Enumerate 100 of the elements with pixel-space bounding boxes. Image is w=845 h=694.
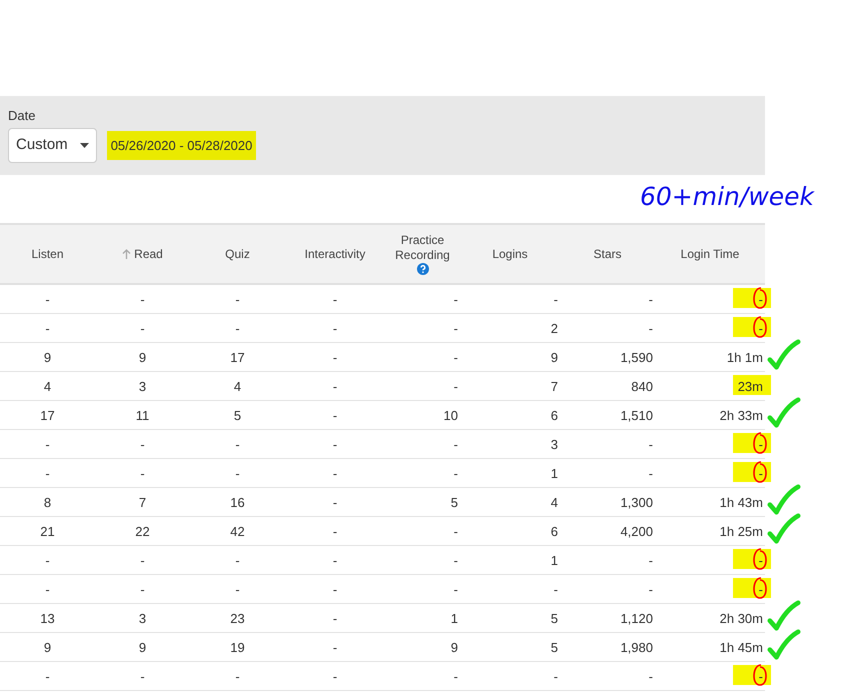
date-range-dropdown[interactable]: Custom xyxy=(8,128,97,163)
table-cell-text: - xyxy=(44,466,51,481)
column-header[interactable]: Listen xyxy=(29,246,66,262)
table-cell-text: - xyxy=(139,466,146,481)
column-header[interactable]: Logins xyxy=(490,246,530,262)
table-cell-text: 22 xyxy=(134,524,151,539)
table-cell-text: - xyxy=(44,292,51,307)
table-cell-text: 1h 45m xyxy=(718,640,764,655)
handwritten-note: 60+min/week xyxy=(640,181,814,213)
table-cell-text: - xyxy=(648,436,654,452)
table-cell-text: - xyxy=(139,552,146,568)
table-cell-text: - xyxy=(452,292,459,307)
table-cell-text: - xyxy=(332,552,338,568)
table-cell-text: - xyxy=(452,436,459,452)
table-cell-text: 1,300 xyxy=(619,494,654,510)
date-range-text: 05/26/2020 - 05/28/2020 xyxy=(106,130,256,160)
column-header[interactable]: Read xyxy=(120,246,165,262)
table-cell-text: - xyxy=(648,552,654,568)
column-header[interactable]: Practice Recording xyxy=(385,233,460,275)
table-cell-text: - xyxy=(332,582,338,597)
table-cell-text: 10 xyxy=(442,408,459,423)
table-cell-text: - xyxy=(758,292,764,307)
table-cell-text: - xyxy=(452,582,459,597)
table-cell-text: - xyxy=(234,320,241,336)
column-header[interactable]: Interactivity xyxy=(302,246,368,262)
table-cell-text: 1,510 xyxy=(619,408,654,423)
table-cell-text: - xyxy=(332,668,338,684)
table-cell-text: - xyxy=(332,378,338,394)
table-cell-text: - xyxy=(452,552,459,568)
column-header[interactable]: Login Time xyxy=(678,246,742,262)
table-cell-text: 9 xyxy=(138,640,148,655)
table-cell-text: 23m xyxy=(736,378,764,394)
table-cell-text: 2 xyxy=(550,320,559,336)
help-icon[interactable] xyxy=(416,263,428,275)
table-cell-text: - xyxy=(648,582,654,597)
table-cell-text: 9 xyxy=(138,350,148,365)
table-cell-text: 4,200 xyxy=(619,524,654,539)
table-cell-text: - xyxy=(332,610,338,626)
table-cell-text: 17 xyxy=(39,408,56,423)
table-cell-text: - xyxy=(332,494,338,510)
table-cell-text: 2h 30m xyxy=(718,610,764,626)
table-cell-text: 23 xyxy=(229,610,246,626)
table-cell-text: 4 xyxy=(232,378,242,394)
table-cell-text: - xyxy=(332,350,338,365)
table-cell-text: - xyxy=(234,292,241,307)
table-cell-text: - xyxy=(452,378,459,394)
table-cell-text: - xyxy=(44,582,51,597)
table-cell-text: - xyxy=(44,552,51,568)
table-cell-text: 1,590 xyxy=(619,350,654,365)
table-cell-text: 21 xyxy=(39,524,56,539)
table-cell-text: 6 xyxy=(550,524,559,539)
table-cell-text: 4 xyxy=(42,378,52,394)
table-cell-text: - xyxy=(452,320,459,336)
table-cell-text: 5 xyxy=(550,610,559,626)
table-cell-text: 42 xyxy=(229,524,246,539)
table-cell-text: - xyxy=(234,552,241,568)
table-cell-text: - xyxy=(332,320,338,336)
table-cell-text: - xyxy=(758,668,764,684)
caret-icon xyxy=(80,143,89,148)
table-cell-text: - xyxy=(452,524,459,539)
table-cell-text: 1 xyxy=(550,466,559,481)
table-cell-text: 8 xyxy=(42,494,52,510)
table-cell-text: 9 xyxy=(42,640,52,655)
table-cell-text: - xyxy=(758,436,764,452)
table-cell-text: - xyxy=(234,466,241,481)
table-cell-text: - xyxy=(552,292,559,307)
table-cell-text: 7 xyxy=(138,494,148,510)
table-cell-text: 1 xyxy=(550,552,559,568)
table-cell-text: - xyxy=(332,436,338,452)
table-cell-text: 16 xyxy=(229,494,246,510)
column-header[interactable]: Stars xyxy=(591,246,624,262)
table-cell-text: - xyxy=(552,668,559,684)
table-cell-text: 1h 1m xyxy=(726,350,764,365)
table-cell-text: - xyxy=(648,466,654,481)
table-cell-text: 1h 25m xyxy=(718,524,764,539)
table-cell-text: 7 xyxy=(550,378,559,394)
table-cell-text: - xyxy=(332,466,338,481)
table-cell-text: - xyxy=(648,292,654,307)
table-cell-text: - xyxy=(234,582,241,597)
table-cell-text: - xyxy=(332,524,338,539)
table-cell-text: 9 xyxy=(42,350,52,365)
table-cell-text: 3 xyxy=(138,610,148,626)
table-cell-text: 5 xyxy=(550,640,559,655)
table-cell-text: 3 xyxy=(138,378,148,394)
table-cell-text: - xyxy=(234,436,241,452)
column-header[interactable]: Quiz xyxy=(223,246,252,262)
date-label: Date xyxy=(8,108,36,124)
table-cell-text: 1,120 xyxy=(619,610,654,626)
table-cell-text: - xyxy=(139,320,146,336)
table-cell-text: 1h 43m xyxy=(718,494,764,510)
table-cell-text: 1,980 xyxy=(619,640,654,655)
table-cell-text: - xyxy=(139,436,146,452)
table-cell-text: - xyxy=(44,436,51,452)
table-cell-text: 17 xyxy=(229,350,246,365)
table-cell-text: - xyxy=(552,582,559,597)
table-cell-text: - xyxy=(758,320,764,336)
table-cell-text: 9 xyxy=(450,640,459,655)
table-cell-text: 11 xyxy=(134,408,150,423)
table-cell-text: - xyxy=(452,350,459,365)
table-cell-text: - xyxy=(452,668,459,684)
